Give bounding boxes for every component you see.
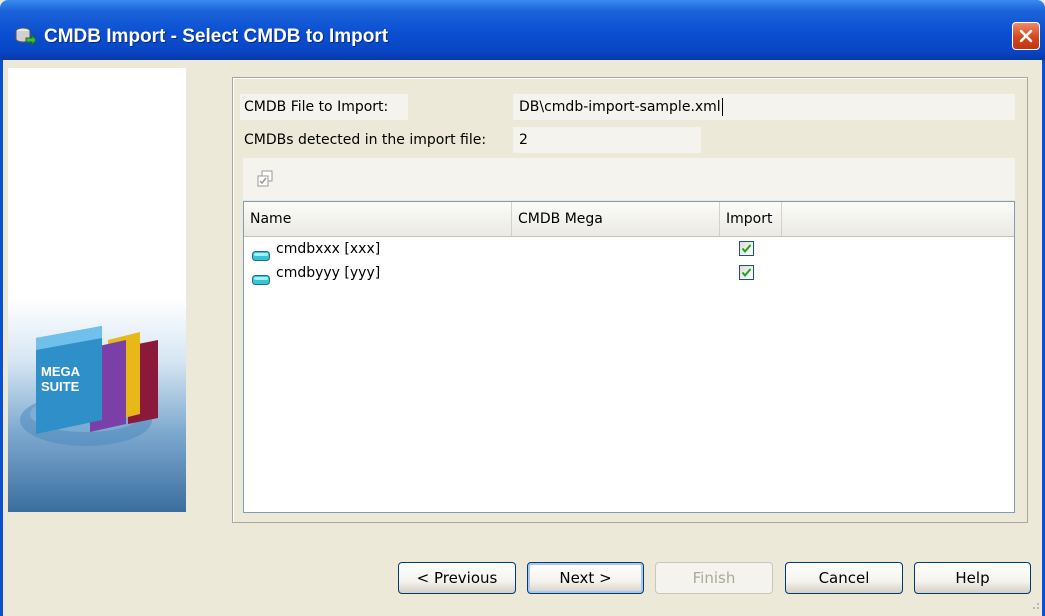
- import-checkbox[interactable]: [739, 265, 754, 280]
- checkmark-icon: [741, 244, 752, 254]
- finish-button[interactable]: Finish: [655, 562, 773, 594]
- file-path-field[interactable]: DB\cmdb-import-sample.xml: [513, 94, 1015, 120]
- mega-suite-logo: MEGA SUITE: [20, 326, 158, 446]
- detected-count: 2: [513, 127, 701, 153]
- file-label: CMDB File to Import:: [240, 94, 408, 120]
- cmdb-icon: [252, 245, 270, 261]
- column-header-name[interactable]: Name: [244, 202, 512, 236]
- file-path-value: DB\cmdb-import-sample.xml: [519, 99, 721, 115]
- cmdb-table: Name CMDB Mega Import cmdbxxx [xxx] cmdb…: [243, 201, 1015, 513]
- import-checkbox[interactable]: [739, 241, 754, 256]
- logo-text-mega: MEGA: [41, 364, 81, 379]
- logo-text-suite: SUITE: [41, 379, 80, 394]
- cmdb-icon: [252, 269, 270, 285]
- detected-label: CMDBs detected in the import file:: [244, 132, 487, 148]
- cmdb-app-icon: [14, 26, 37, 47]
- column-header-cmdb-mega[interactable]: CMDB Mega: [512, 202, 720, 236]
- column-header-import[interactable]: Import: [720, 202, 782, 236]
- table-header: Name CMDB Mega Import: [244, 202, 1014, 237]
- next-button[interactable]: Next >: [527, 562, 644, 594]
- cmdb-name: cmdbyyy [yyy]: [276, 265, 381, 281]
- window-title: CMDB Import - Select CMDB to Import: [44, 26, 389, 47]
- table-row[interactable]: cmdbyyy [yyy]: [244, 261, 1014, 285]
- check-all-icon[interactable]: [257, 170, 275, 188]
- cancel-button[interactable]: Cancel: [785, 562, 903, 594]
- table-toolbar: [243, 158, 1015, 200]
- table-row[interactable]: cmdbxxx [xxx]: [244, 237, 1014, 261]
- close-button[interactable]: [1012, 22, 1040, 50]
- checkmark-icon: [741, 268, 752, 278]
- side-banner: MEGA SUITE: [8, 68, 186, 512]
- resize-grip-icon[interactable]: [1028, 598, 1040, 614]
- previous-button[interactable]: < Previous: [398, 562, 516, 594]
- title-bar[interactable]: CMDB Import - Select CMDB to Import: [0, 0, 1045, 60]
- text-caret: [721, 98, 723, 116]
- cmdb-name: cmdbxxx [xxx]: [276, 241, 381, 257]
- close-icon: [1019, 29, 1033, 43]
- help-button[interactable]: Help: [914, 562, 1031, 594]
